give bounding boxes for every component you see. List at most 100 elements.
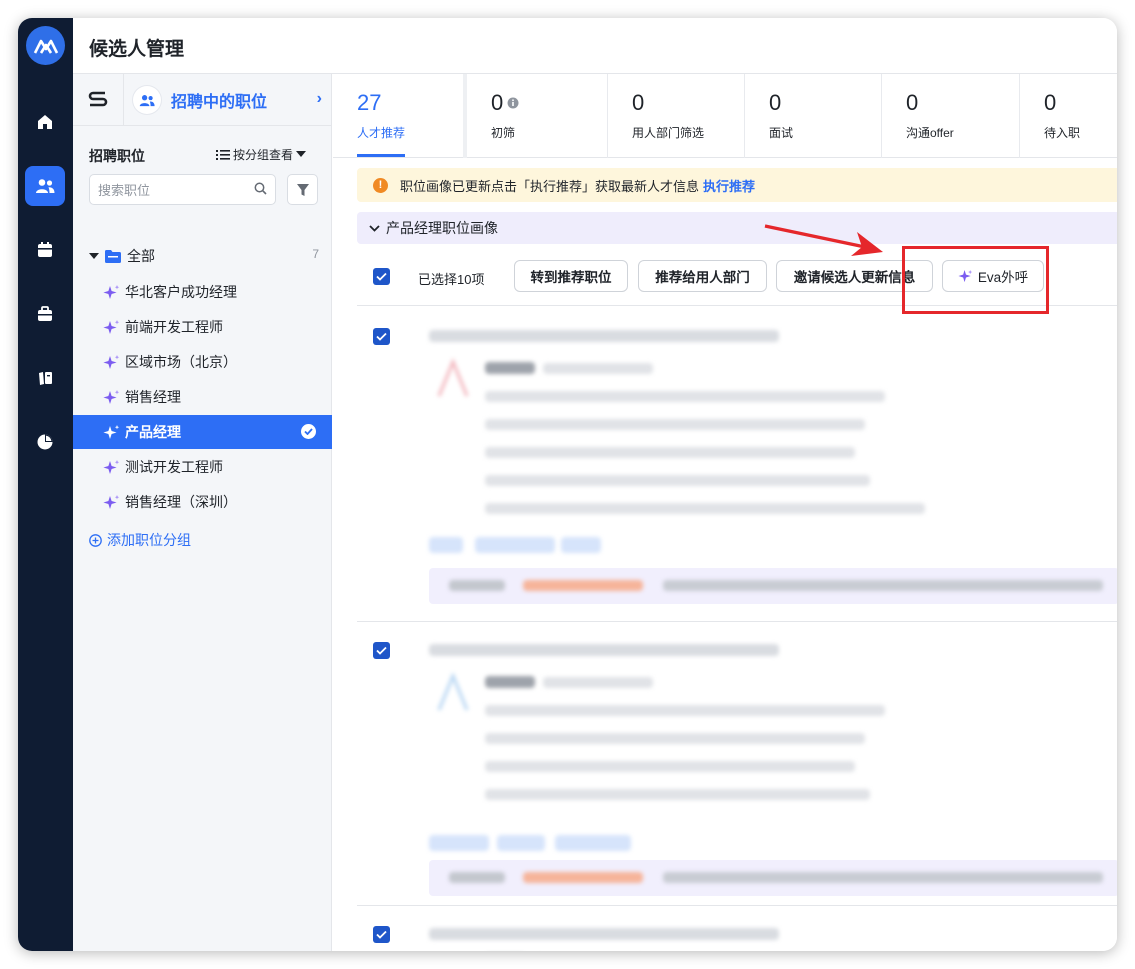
sparkle-icon xyxy=(103,495,120,509)
nav-calendar[interactable] xyxy=(25,230,65,270)
experience-placeholder xyxy=(485,391,885,402)
stage-tab[interactable]: 0 初筛 xyxy=(463,74,607,158)
nav-reports[interactable] xyxy=(25,422,65,462)
candidate-checkbox[interactable] xyxy=(373,642,390,659)
name-placeholder xyxy=(485,676,535,688)
name-placeholder xyxy=(485,362,535,374)
job-item-label: 华北客户成功经理 xyxy=(125,284,237,300)
selected-check-icon xyxy=(301,424,316,439)
stage-count: 0 xyxy=(769,90,782,115)
nav-candidates[interactable] xyxy=(25,166,65,206)
stage-count: 27 xyxy=(357,90,382,115)
candidate-card[interactable]: 经验 xyxy=(357,308,1117,622)
job-item[interactable]: 测试开发工程师 xyxy=(73,450,332,484)
tag-placeholder xyxy=(561,537,601,553)
switch-view-icon[interactable] xyxy=(87,90,109,110)
job-item[interactable]: 产品经理 xyxy=(73,415,332,449)
job-item[interactable]: 销售经理（深圳） xyxy=(73,485,332,519)
job-item[interactable]: 销售经理 xyxy=(73,380,332,414)
tree-node-all[interactable]: 全部 7 xyxy=(89,246,329,266)
calendar-icon xyxy=(38,242,52,257)
summary-placeholder xyxy=(663,580,1103,591)
check-icon xyxy=(376,332,387,341)
title-bar: 候选人管理 xyxy=(73,18,1117,74)
summary-placeholder xyxy=(449,872,505,883)
job-item-label: 销售经理（深圳） xyxy=(125,494,237,510)
stage-label: 待入职 xyxy=(1044,126,1081,140)
job-item-label: 产品经理 xyxy=(125,424,181,440)
pipeline-stages: 27 人才推荐 0 初筛 0 用人部门筛选 0 面试 0 沟通offer 0 待入职 xyxy=(333,74,1117,158)
logo-mark-icon xyxy=(33,39,58,54)
recruiting-jobs-label: 招聘中的职位 xyxy=(171,94,268,111)
stage-tab[interactable]: 0 用人部门筛选 xyxy=(607,74,744,158)
candidate-checkbox[interactable] xyxy=(373,328,390,345)
nav-library[interactable] xyxy=(25,358,65,398)
job-item[interactable]: 前端开发工程师 xyxy=(73,310,332,344)
check-icon xyxy=(376,646,387,655)
app-window: 候选人管理 招聘中的职位 › 招聘职位 按分组查看 搜索职位 全部 7 华北客户… xyxy=(18,18,1117,951)
search-icon[interactable] xyxy=(254,182,267,195)
summary-placeholder xyxy=(449,580,505,591)
experience-placeholder xyxy=(485,733,865,744)
sparkle-icon xyxy=(103,285,120,299)
stage-count: 0 xyxy=(906,90,919,115)
sparkle-icon xyxy=(103,320,120,334)
chevron-right-icon: › xyxy=(316,90,322,107)
jobs-circle xyxy=(133,86,161,114)
job-item-label: 测试开发工程师 xyxy=(125,459,223,475)
tree-all-count: 7 xyxy=(312,247,319,261)
nav-jobs[interactable] xyxy=(25,294,65,334)
pie-chart-icon xyxy=(37,434,53,450)
execute-recommend-link[interactable]: 执行推荐 xyxy=(703,176,755,195)
tag-placeholder xyxy=(429,537,463,553)
check-icon xyxy=(376,930,387,939)
annotation-arrow-icon xyxy=(764,224,883,256)
job-item[interactable]: 华北客户成功经理 xyxy=(73,275,332,309)
app-logo[interactable] xyxy=(26,26,65,65)
experience-placeholder xyxy=(485,705,885,716)
job-item-label: 销售经理 xyxy=(125,389,181,405)
sidebar-header: 招聘中的职位 › xyxy=(73,74,332,126)
job-search-box xyxy=(89,174,276,205)
group-view-toggle[interactable]: 按分组查看 xyxy=(216,146,307,163)
select-all-checkbox[interactable] xyxy=(373,268,390,285)
job-search-input[interactable] xyxy=(98,180,248,200)
move-to-job-button[interactable]: 转到推荐职位 xyxy=(514,260,628,292)
card-header-placeholder xyxy=(429,330,779,342)
stage-tab[interactable]: 0 待入职 xyxy=(1019,74,1117,158)
job-portrait-toggle[interactable]: 产品经理职位画像 xyxy=(357,212,1117,244)
meta-placeholder xyxy=(543,363,653,374)
recruiting-jobs-button[interactable]: 招聘中的职位 › xyxy=(133,84,328,116)
stage-tab[interactable]: 0 沟通offer xyxy=(881,74,1019,158)
plus-circle-icon xyxy=(89,533,102,547)
job-item-label: 前端开发工程师 xyxy=(125,319,223,335)
tag-placeholder xyxy=(429,835,489,851)
chevron-down-icon xyxy=(369,224,380,232)
highlight-box xyxy=(902,246,1049,314)
nav-home[interactable] xyxy=(25,102,65,142)
stage-tab[interactable]: 0 面试 xyxy=(744,74,881,158)
summary-placeholder xyxy=(663,872,1103,883)
stage-tab[interactable]: 27 人才推荐 xyxy=(333,74,463,158)
candidate-checkbox[interactable] xyxy=(373,926,390,943)
caret-down-icon[interactable] xyxy=(89,252,99,260)
people-icon xyxy=(36,179,55,193)
experience-placeholder xyxy=(485,503,925,514)
stage-label: 用人部门筛选 xyxy=(632,126,705,140)
warning-icon: ! xyxy=(373,177,388,193)
experience-placeholder xyxy=(485,447,855,458)
tree-all-label: 全部 xyxy=(127,248,155,264)
stage-count: 0 xyxy=(632,90,645,115)
banner-text: 职位画像已更新点击「执行推荐」获取最新人才信息 xyxy=(400,178,700,194)
job-item[interactable]: 区域市场（北京） xyxy=(73,345,332,379)
candidate-card[interactable]: 理 xyxy=(357,622,1117,906)
stage-label: 沟通offer xyxy=(906,126,954,140)
active-stage-underline xyxy=(357,154,405,157)
job-item-label: 区域市场（北京） xyxy=(125,354,237,370)
candidate-card[interactable] xyxy=(357,906,1117,951)
add-job-group-button[interactable]: 添加职位分组 xyxy=(89,530,191,550)
home-icon xyxy=(38,115,52,129)
filter-button[interactable] xyxy=(287,174,318,205)
update-banner: ! 职位画像已更新点击「执行推荐」获取最新人才信息 执行推荐 xyxy=(357,168,1117,202)
recommend-to-dept-button[interactable]: 推荐给用人部门 xyxy=(638,260,767,292)
